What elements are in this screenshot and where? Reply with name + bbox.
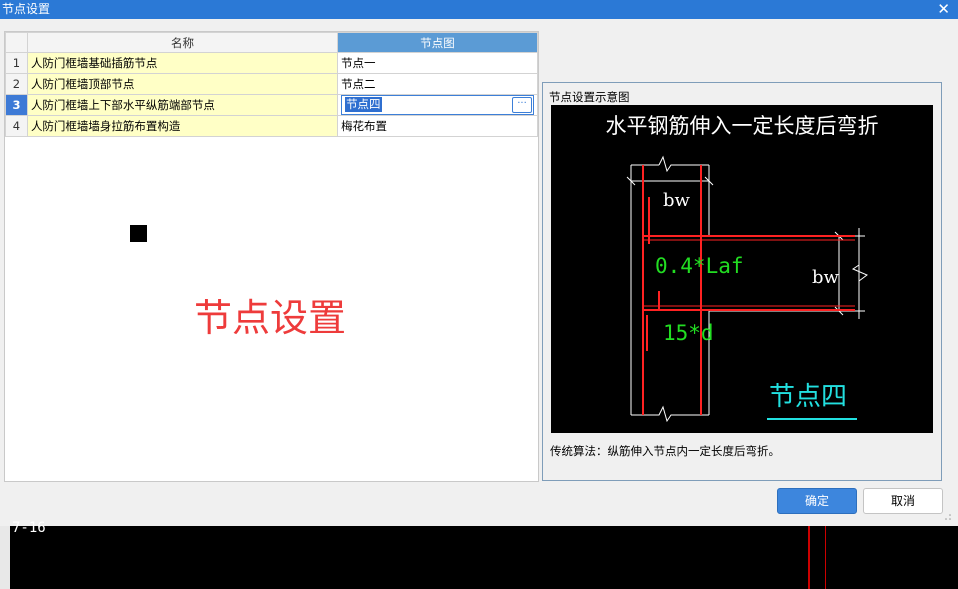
row-name-cell[interactable]: 人防门框墙墙身拉筋布置构造 bbox=[26, 115, 339, 137]
preview-panel: 节点设置示意图 水平钢筋伸入一定长度后弯折 bw bw 0.4*Laf 15*d… bbox=[542, 82, 942, 481]
node-diagram: 水平钢筋伸入一定长度后弯折 bw bw 0.4*Laf 15*d 节点四 bbox=[551, 105, 933, 433]
label-bw-top: bw bbox=[663, 190, 691, 211]
row-number: 1 bbox=[5, 52, 28, 74]
diagram-node-name: 节点四 bbox=[769, 382, 847, 412]
row-node-cell[interactable]: 梅花布置 bbox=[337, 115, 538, 137]
diagram-heading: 水平钢筋伸入一定长度后弯折 bbox=[606, 114, 879, 138]
table-row[interactable]: 4 人防门框墙墙身拉筋布置构造 梅花布置 bbox=[5, 115, 538, 137]
table-row[interactable]: 1 人防门框墙基础插筋节点 节点一 bbox=[5, 52, 538, 74]
table-row[interactable]: 2 人防门框墙顶部节点 节点二 bbox=[5, 73, 538, 95]
watermark-text: 节点设置 bbox=[194, 296, 347, 340]
node-editor-input[interactable]: 节点四 ··· bbox=[341, 95, 534, 115]
preview-title: 节点设置示意图 bbox=[549, 90, 630, 104]
node-editor-value[interactable]: 节点四 bbox=[345, 97, 382, 112]
canvas-red-line bbox=[808, 526, 810, 589]
table-row-selected[interactable]: 3 人防门框墙上下部水平纵筋端部节点 节点四 ··· bbox=[5, 94, 538, 116]
cursor-marker bbox=[130, 225, 147, 242]
row-node-editor-cell[interactable]: 节点四 ··· bbox=[337, 94, 538, 116]
background-cad-canvas: 7-16 bbox=[0, 520, 958, 589]
ok-button[interactable]: 确定 bbox=[777, 488, 857, 514]
header-num bbox=[5, 32, 28, 53]
row-node-cell[interactable]: 节点一 bbox=[337, 52, 538, 74]
window-title: 节点设置 bbox=[2, 2, 51, 16]
settings-table: 名称 节点图 1 人防门框墙基础插筋节点 节点一 2 人防门框墙顶部节点 节点二… bbox=[5, 32, 538, 137]
header-node[interactable]: 节点图 bbox=[337, 32, 538, 53]
table-header-row: 名称 节点图 bbox=[5, 32, 538, 53]
ellipsis-browse-button[interactable]: ··· bbox=[512, 97, 532, 113]
canvas-red-line bbox=[825, 526, 826, 589]
row-number: 4 bbox=[5, 115, 28, 137]
row-node-cell[interactable]: 节点二 bbox=[337, 73, 538, 95]
canvas-left-strip bbox=[0, 526, 10, 589]
row-number: 2 bbox=[5, 73, 28, 95]
row-number: 3 bbox=[5, 94, 28, 116]
settings-grid-panel: 名称 节点图 1 人防门框墙基础插筋节点 节点一 2 人防门框墙顶部节点 节点二… bbox=[4, 31, 539, 482]
header-name[interactable]: 名称 bbox=[26, 32, 339, 53]
title-bar: 节点设置 ✕ bbox=[0, 0, 958, 19]
node-diagram-svg: 水平钢筋伸入一定长度后弯折 bw bw 0.4*Laf 15*d 节点四 bbox=[606, 114, 879, 423]
row-name-cell[interactable]: 人防门框墙顶部节点 bbox=[26, 73, 339, 95]
resize-grip-icon[interactable] bbox=[944, 513, 952, 521]
close-icon[interactable]: ✕ bbox=[937, 0, 950, 19]
algorithm-description: 传统算法：纵筋伸入节点内一定长度后弯折。 bbox=[550, 444, 780, 458]
canvas-label: 7-16 bbox=[12, 520, 46, 536]
row-name-cell[interactable]: 人防门框墙上下部水平纵筋端部节点 bbox=[26, 94, 339, 116]
cancel-button[interactable]: 取消 bbox=[863, 488, 943, 514]
label-bw-right: bw bbox=[812, 267, 840, 288]
node-settings-dialog: 节点设置 ✕ 名称 节点图 1 人防门框墙基础插筋节点 节点一 2 人防门框墙顶… bbox=[0, 0, 958, 526]
label-anchor-length: 0.4*Laf bbox=[655, 254, 744, 278]
row-name-cell[interactable]: 人防门框墙基础插筋节点 bbox=[26, 52, 339, 74]
label-bend-length: 15*d bbox=[663, 321, 714, 345]
